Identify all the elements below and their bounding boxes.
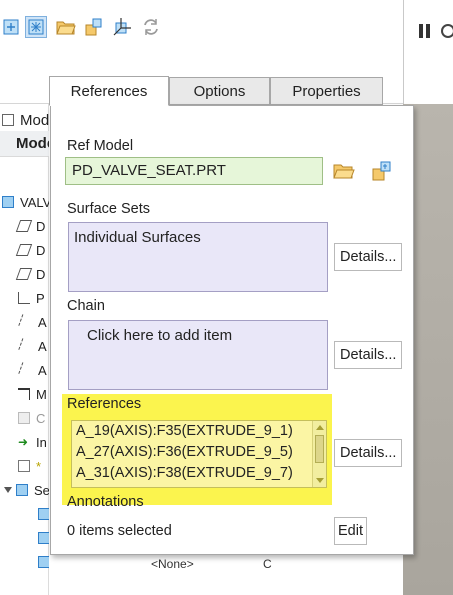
tree-item[interactable]: A (0, 310, 49, 334)
reference-item[interactable]: A_19(AXIS):F35(EXTRUDE_9_1) (72, 421, 326, 442)
tab-references[interactable]: References (49, 76, 169, 106)
datum-plane-icon (15, 244, 33, 256)
model-tree-header: Mode (0, 131, 49, 157)
surface-sets-label: Surface Sets (67, 201, 151, 217)
references-scrollbar[interactable] (312, 421, 326, 487)
references-collector[interactable]: A_19(AXIS):F35(EXTRUDE_9_1) A_27(AXIS):F… (71, 420, 327, 488)
tree-item[interactable] (0, 526, 49, 550)
copy-geometry-icon (18, 412, 30, 424)
model-tree-tab[interactable]: Mod (0, 108, 49, 132)
tree-item[interactable]: C (0, 550, 49, 574)
tree-item[interactable]: VALV (0, 190, 49, 214)
tree-item-label: D (36, 266, 46, 282)
tree-item[interactable]: D (0, 262, 49, 286)
tree-item[interactable]: D (0, 238, 49, 262)
tree-item[interactable]: P (0, 286, 49, 310)
part-icon (38, 532, 49, 544)
annotations-edit-button[interactable]: Edit (334, 517, 367, 545)
ref-model-field[interactable]: PD_VALVE_SEAT.PRT (65, 157, 323, 185)
chain-placeholder[interactable]: Click here to add item (87, 327, 232, 344)
place-model-icon[interactable] (83, 16, 105, 38)
datum-plane-icon (15, 220, 33, 232)
refresh-icon[interactable] (140, 16, 162, 38)
tree-item-label: M (36, 386, 47, 402)
references-panel: Ref Model PD_VALVE_SEAT.PRT Surface Sets… (50, 105, 414, 555)
tree-item-label: P (36, 290, 45, 306)
tree-item[interactable] (0, 502, 49, 526)
surface-sets-item[interactable]: Individual Surfaces (74, 229, 201, 246)
chain-collector[interactable]: Click here to add item (68, 320, 328, 390)
annotations-status: 0 items selected (67, 523, 172, 539)
tree-item-label: A (38, 338, 47, 354)
open-folder-icon[interactable] (331, 158, 357, 184)
chain-label: Chain (67, 298, 105, 314)
axis-icon (18, 338, 34, 354)
column-value: C (263, 557, 272, 571)
tree-icon (2, 114, 14, 126)
chain-details-button[interactable]: Details... (334, 341, 403, 369)
tree-item-label: D (36, 218, 46, 234)
tree-item[interactable]: A (0, 334, 49, 358)
tree-item[interactable]: ➜ In (0, 430, 49, 454)
tree-item-label: In (36, 434, 47, 450)
select-surface-icon[interactable] (25, 16, 47, 38)
tab-options[interactable]: Options (169, 77, 270, 105)
tree-item[interactable]: A (0, 358, 49, 382)
references-details-button[interactable]: Details... (334, 439, 403, 467)
tree-item[interactable]: D (0, 214, 49, 238)
curve-icon (18, 388, 30, 400)
tree-item[interactable]: Se (0, 478, 49, 502)
tree-columns-strip: <None> C (145, 555, 403, 595)
tree-item[interactable]: M (0, 382, 49, 406)
tree-item[interactable]: * (0, 454, 49, 478)
part-icon (38, 508, 49, 520)
right-toolbar (403, 0, 453, 104)
reference-item[interactable]: A_27(AXIS):F36(EXTRUDE_9_5) (72, 442, 326, 463)
coordinate-system-icon (18, 292, 30, 304)
place-model-icon[interactable] (369, 158, 395, 184)
insert-here-arrow-icon: ➜ (18, 435, 29, 449)
tree-item-label: D (36, 242, 46, 258)
reference-item[interactable]: A_31(AXIS):F38(EXTRUDE_9_7) (72, 463, 326, 484)
surface-sets-details-button[interactable]: Details... (334, 243, 403, 271)
references-label: References (67, 396, 142, 412)
datum-plane-icon (15, 268, 33, 280)
part-icon (16, 484, 28, 496)
surface-sets-collector[interactable]: Individual Surfaces (68, 222, 328, 292)
annotations-label: Annotations (67, 494, 144, 510)
scroll-up-arrow-icon[interactable] (316, 425, 324, 430)
axis-icon (18, 314, 34, 330)
stop-icon[interactable] (441, 24, 453, 38)
tree-item-label: * (36, 458, 42, 474)
part-icon (38, 556, 49, 568)
collapse-arrow-icon (4, 487, 12, 493)
pause-icon[interactable] (418, 24, 432, 38)
axis-icon (18, 362, 34, 378)
ref-model-label: Ref Model (67, 138, 134, 154)
scroll-down-arrow-icon[interactable] (316, 478, 324, 483)
tree-item-label: A (38, 362, 47, 378)
tree-item-label: VALV (20, 194, 49, 210)
scroll-thumb[interactable] (315, 435, 324, 463)
model-tree-tab-label: Mod (20, 111, 49, 129)
tree-item-label: C (36, 410, 46, 426)
datum-plane-icon[interactable] (0, 16, 22, 38)
tree-item-label: Se (34, 482, 49, 498)
part-icon (2, 196, 14, 208)
tree-item[interactable]: C (0, 406, 49, 430)
open-folder-icon[interactable] (55, 16, 77, 38)
tab-properties[interactable]: Properties (270, 77, 383, 105)
column-value: <None> (151, 557, 194, 571)
feature-icon (18, 460, 30, 472)
coordinate-system-icon[interactable] (111, 16, 133, 38)
tree-item-label: A (38, 314, 47, 330)
